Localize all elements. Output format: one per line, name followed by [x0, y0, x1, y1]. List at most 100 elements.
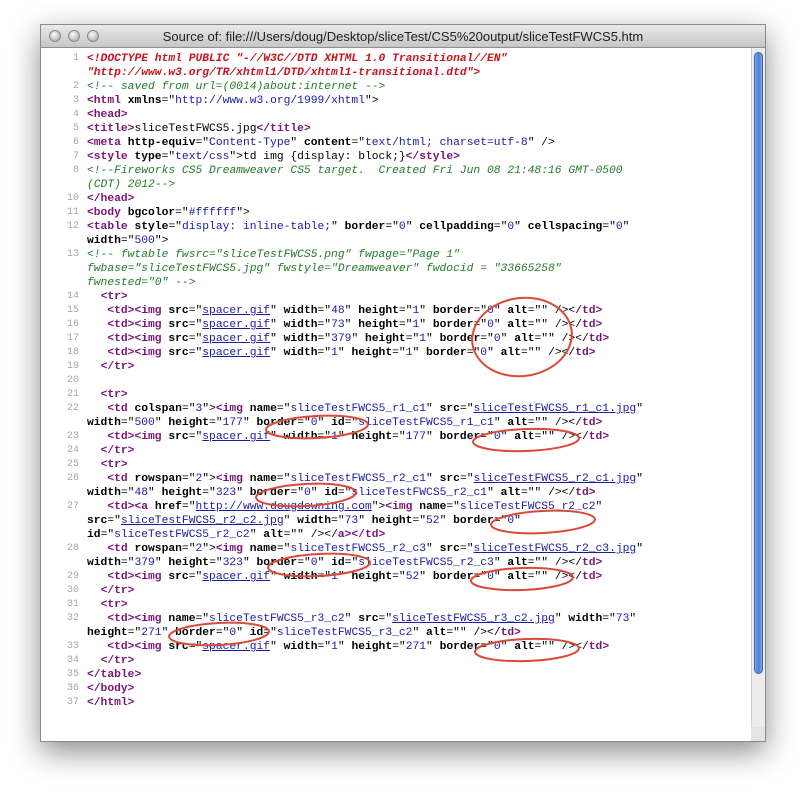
code-token: ="" /></	[527, 417, 582, 429]
code-token: "	[317, 557, 332, 569]
resize-grip-icon[interactable]	[751, 727, 765, 741]
code-token: border	[439, 431, 481, 443]
source-line: 12 <table style="display: inline-table;" …	[41, 220, 751, 234]
code-token: ="	[351, 137, 365, 149]
line-number: 8	[72, 165, 79, 176]
code-token: height	[358, 319, 399, 331]
code-token: "	[636, 543, 643, 555]
source-line: height="271" border="0" id="sliceTestFWC…	[41, 626, 751, 640]
line-number: 13	[66, 249, 79, 260]
source-link[interactable]: spacer.gif	[202, 431, 270, 443]
scrollbar-thumb[interactable]	[754, 52, 763, 674]
source-link[interactable]: spacer.gif	[202, 319, 270, 331]
line-number: 4	[72, 109, 79, 120]
code-token: ="	[602, 221, 616, 233]
source-link[interactable]: sliceTestFWCS5_r1_c1.jpg	[474, 403, 637, 415]
code-token: src	[168, 333, 189, 345]
code-token: 177	[222, 417, 243, 429]
line-text: width="379" height="323" border="0" id="…	[87, 556, 602, 570]
source-line: 13 <!-- fwtable fwsrc="sliceTestFWCS5.png…	[41, 248, 751, 262]
code-token: border	[256, 417, 298, 429]
code-token: 0	[615, 221, 623, 233]
code-token: sliceTestFWCS5_r1_c1	[358, 417, 494, 429]
code-token: ">	[202, 473, 216, 485]
source-line: 17 <td><img src="spacer.gif" width="379"…	[41, 332, 751, 346]
code-token: ="" /></	[520, 487, 576, 499]
code-token: "	[154, 557, 169, 569]
code-token: src	[358, 613, 379, 625]
code-token: ="" /></	[534, 641, 589, 653]
code-token: 177	[405, 431, 427, 443]
line-number: 16	[66, 319, 79, 330]
code-token: border	[256, 557, 298, 569]
code-token: ="	[120, 417, 135, 429]
source-link[interactable]: sliceTestFWCS5_r2_c2.jpg	[121, 515, 284, 527]
code-token: 1	[331, 347, 338, 359]
source-link[interactable]: http://www.dougdowning.com	[196, 501, 372, 513]
code-token: border	[439, 333, 481, 345]
source-link[interactable]: spacer.gif	[202, 305, 270, 317]
code-token: src	[168, 319, 189, 331]
code-token: "	[270, 319, 284, 331]
code-token: sliceTestFWCS5_r2_c2	[459, 501, 596, 513]
code-token: alt	[507, 319, 528, 331]
line-number: 11	[66, 207, 79, 218]
source-link[interactable]: spacer.gif	[202, 333, 270, 345]
source-link[interactable]: sliceTestFWCS5_r2_c3.jpg	[474, 543, 637, 555]
code-token: height	[168, 557, 210, 569]
code-token: src	[439, 473, 460, 485]
source-line: 37 </html>	[41, 696, 751, 710]
vertical-scrollbar[interactable]	[751, 48, 765, 741]
code-token: src	[439, 543, 460, 555]
source-link[interactable]: sliceTestFWCS5_r2_c1.jpg	[474, 473, 637, 485]
code-token: sliceTestFWCS5_r2_c1	[351, 487, 488, 499]
code-token: 48	[331, 305, 345, 317]
code-token: ="	[317, 319, 332, 331]
code-token: "	[148, 487, 162, 499]
code-token: ="	[392, 571, 406, 583]
source-line: fwnested="0" -->	[41, 276, 751, 290]
code-token: </tr>	[100, 585, 135, 597]
line-text: </tr>	[87, 654, 135, 668]
code-token: ="	[107, 515, 121, 527]
title-bar[interactable]: Source of: file:///Users/doug/Desktop/sl…	[41, 25, 765, 48]
code-token: ="	[317, 571, 332, 583]
source-code-view[interactable]: 1 <!DOCTYPE html PUBLIC "-//W3C//DTD XHTM…	[41, 48, 751, 741]
code-token: ="	[195, 613, 210, 625]
line-number: 17	[66, 333, 79, 344]
code-token: ="	[480, 641, 494, 653]
code-token: "	[493, 571, 508, 583]
line-text: <meta http-equiv="Content-Type" content=…	[87, 136, 555, 150]
code-token: cellpadding	[419, 221, 494, 233]
code-token: ="	[405, 333, 420, 345]
code-token: ="" /></	[534, 333, 589, 345]
code-token: 271	[405, 641, 427, 653]
code-token: "	[419, 319, 433, 331]
code-token: "	[487, 347, 501, 359]
code-token: 52	[426, 515, 440, 527]
code-token: <!-- saved from url=(0014)about:internet…	[87, 81, 386, 93]
source-line: 14 <tr>	[41, 290, 751, 304]
code-token: ="	[459, 473, 474, 485]
code-token: </tr>	[100, 445, 135, 457]
source-link[interactable]: sliceTestFWCS5_r3_c2.jpg	[392, 613, 555, 625]
source-line: fwbase="sliceTestFWCS5.jpg" fwstyle="Dre…	[41, 262, 751, 276]
code-token: fwbase="sliceTestFWCS5.jpg" fwstyle="Dre…	[87, 263, 562, 275]
source-link[interactable]: spacer.gif	[202, 347, 270, 359]
code-token: ="	[466, 347, 481, 359]
code-token: ">	[236, 207, 250, 219]
line-text: width="500">	[87, 234, 168, 248]
source-link[interactable]: spacer.gif	[202, 641, 270, 653]
code-token: <td	[107, 473, 135, 485]
source-link[interactable]: spacer.gif	[202, 571, 270, 583]
line-text: </tr>	[87, 444, 135, 458]
code-token: height	[351, 347, 393, 359]
line-text: <tr>	[87, 458, 128, 472]
code-token: ="	[188, 641, 203, 653]
code-token: "	[514, 221, 528, 233]
